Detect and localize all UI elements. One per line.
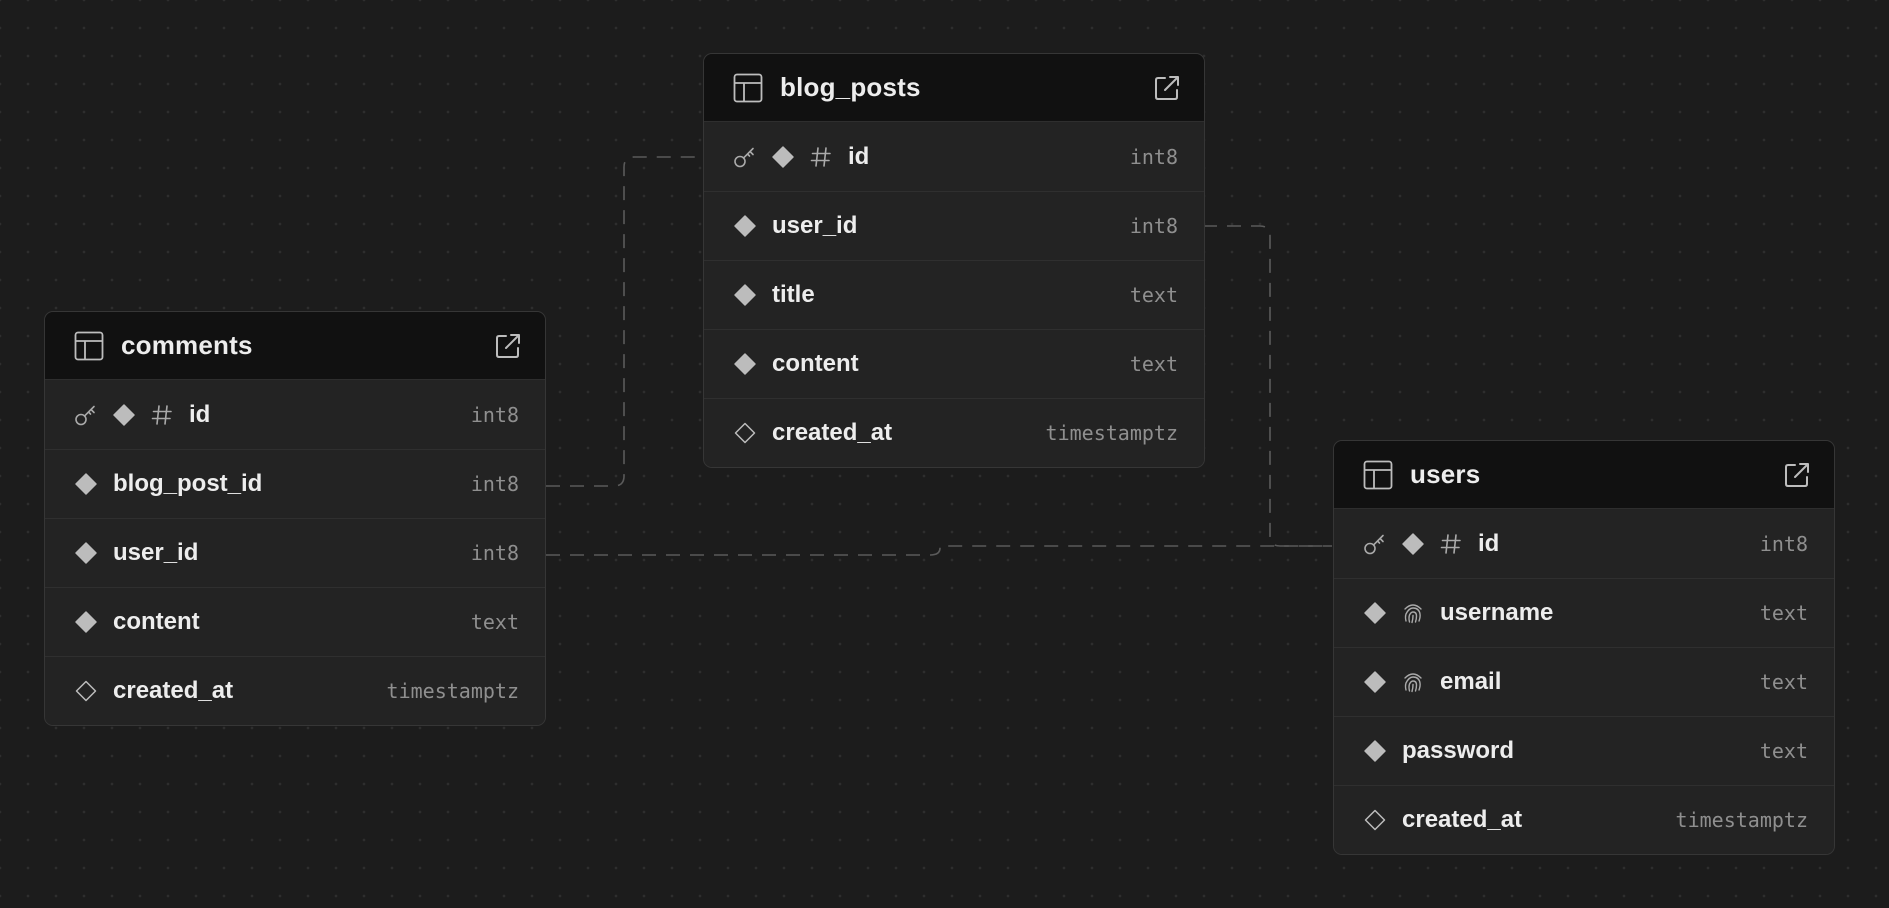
column-name: content	[772, 350, 859, 377]
key-icon	[1362, 531, 1388, 557]
hash-icon	[808, 144, 834, 170]
key-icon	[73, 402, 99, 428]
column-row-email[interactable]: email text	[1334, 647, 1834, 716]
diamond-filled-icon	[732, 351, 758, 377]
column-type: text	[1129, 283, 1178, 307]
column-row-created-at[interactable]: created_at timestamptz	[45, 656, 545, 725]
column-name: created_at	[1402, 806, 1523, 833]
column-row-content[interactable]: content text	[704, 329, 1204, 398]
hash-icon	[149, 402, 175, 428]
column-type: int8	[1129, 214, 1178, 238]
column-name: content	[113, 608, 200, 635]
column-type: text	[1759, 670, 1808, 694]
column-type: int8	[470, 402, 519, 427]
fingerprint-icon	[1400, 669, 1426, 695]
table-users[interactable]: users id int8 username text email text p…	[1333, 440, 1835, 855]
column-type: timestamptz	[386, 679, 519, 703]
column-type: int8	[1129, 144, 1178, 169]
edge-comments-user-id-to-users-id	[546, 545, 1332, 556]
column-type: timestamptz	[1675, 808, 1808, 832]
table-comments[interactable]: comments id int8 blog_post_id int8 user_…	[44, 311, 546, 726]
diamond-filled-icon	[770, 144, 796, 170]
table-header: blog_posts	[704, 54, 1204, 122]
diamond-filled-icon	[111, 402, 137, 428]
column-row-id[interactable]: id int8	[1334, 509, 1834, 578]
column-row-username[interactable]: username text	[1334, 578, 1834, 647]
diamond-filled-icon	[73, 471, 99, 497]
diamond-filled-icon	[73, 609, 99, 635]
column-name: created_at	[113, 677, 234, 704]
table-title: users	[1410, 459, 1481, 489]
column-row-password[interactable]: password text	[1334, 716, 1834, 785]
column-type: text	[1759, 739, 1808, 763]
column-type: timestamptz	[1045, 421, 1178, 445]
column-name: id	[848, 142, 870, 170]
column-name: user_id	[113, 539, 199, 566]
external-link-icon[interactable]	[493, 331, 523, 361]
column-row-user-id[interactable]: user_id int8	[704, 191, 1204, 260]
diamond-filled-icon	[73, 540, 99, 566]
column-row-title[interactable]: title text	[704, 260, 1204, 329]
column-row-blog-post-id[interactable]: blog_post_id int8	[45, 449, 545, 518]
column-row-user-id[interactable]: user_id int8	[45, 518, 545, 587]
diamond-filled-icon	[1400, 531, 1426, 557]
edge-blog-posts-user-id-to-users-id	[1203, 225, 1332, 547]
column-name: blog_post_id	[113, 470, 263, 497]
column-name: user_id	[772, 212, 858, 239]
column-row-id[interactable]: id int8	[704, 122, 1204, 191]
diamond-filled-icon	[1362, 669, 1388, 695]
column-name: title	[772, 281, 815, 308]
key-icon	[732, 144, 758, 170]
diamond-outline-icon	[73, 678, 99, 704]
column-row-id[interactable]: id int8	[45, 380, 545, 449]
diamond-filled-icon	[732, 213, 758, 239]
table-header: users	[1334, 441, 1834, 509]
external-link-icon[interactable]	[1782, 460, 1812, 490]
column-type: text	[470, 610, 519, 634]
column-row-content[interactable]: content text	[45, 587, 545, 656]
column-name: created_at	[772, 419, 893, 446]
table-title: blog_posts	[780, 72, 921, 102]
edge-comments-blog-post-id-to-blog-posts-id	[546, 156, 702, 487]
table-blog-posts[interactable]: blog_posts id int8 user_id int8 title te…	[703, 53, 1205, 468]
column-name: id	[189, 400, 211, 428]
hash-icon	[1438, 531, 1464, 557]
column-type: text	[1129, 352, 1178, 376]
table-header: comments	[45, 312, 545, 380]
diamond-filled-icon	[1362, 600, 1388, 626]
table-title: comments	[121, 330, 253, 360]
column-type: int8	[470, 541, 519, 565]
diamond-outline-icon	[1362, 807, 1388, 833]
table-icon	[1362, 459, 1394, 491]
column-name: email	[1440, 668, 1502, 695]
diamond-filled-icon	[732, 282, 758, 308]
table-icon	[73, 330, 105, 362]
column-type: text	[1759, 601, 1808, 625]
column-name: id	[1478, 529, 1500, 557]
column-type: int8	[1759, 531, 1808, 556]
table-icon	[732, 72, 764, 104]
column-name: username	[1440, 599, 1554, 626]
external-link-icon[interactable]	[1152, 73, 1182, 103]
column-type: int8	[470, 472, 519, 496]
diamond-filled-icon	[1362, 738, 1388, 764]
diamond-outline-icon	[732, 420, 758, 446]
column-row-created-at[interactable]: created_at timestamptz	[1334, 785, 1834, 854]
column-row-created-at[interactable]: created_at timestamptz	[704, 398, 1204, 467]
fingerprint-icon	[1400, 600, 1426, 626]
column-name: password	[1402, 737, 1515, 764]
